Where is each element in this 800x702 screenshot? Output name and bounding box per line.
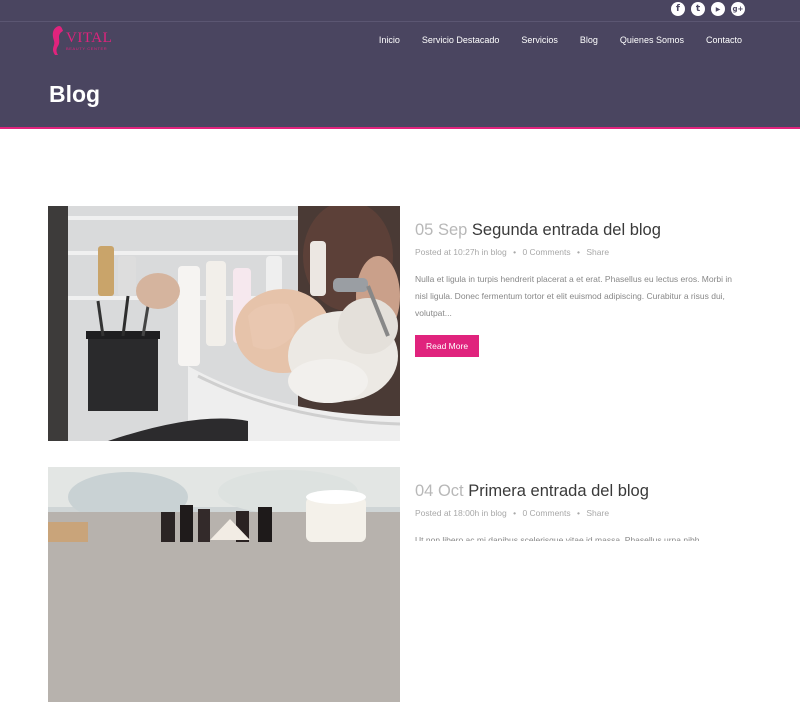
twitter-icon[interactable]: t — [691, 2, 705, 16]
post-title-text[interactable]: Primera entrada del blog — [468, 482, 649, 500]
google-plus-icon[interactable]: g+ — [731, 2, 745, 16]
brand-name: VITAL — [66, 29, 113, 46]
post-excerpt: Nulla et ligula in turpis hendrerit plac… — [415, 274, 733, 318]
nav-item-contacto[interactable]: Contacto — [706, 35, 742, 45]
post-date: 04 Oct — [415, 482, 464, 500]
read-more-button[interactable]: Read More — [415, 335, 480, 357]
woman-silhouette-icon — [52, 26, 63, 55]
post-title[interactable]: 05 Sep Segunda entrada del blog — [415, 221, 745, 240]
brand-tagline: BEAUTY CENTER — [66, 45, 108, 51]
nav-item-servicio-destacado[interactable]: Servicio Destacado — [422, 35, 500, 45]
salon-hair-wash-image — [48, 206, 400, 441]
page-title: Blog — [49, 81, 101, 107]
post-date: 05 Sep — [415, 221, 468, 239]
main-nav: Inicio Servicio Destacado Servicios Blog… — [379, 35, 742, 45]
facebook-icon[interactable]: f — [671, 2, 685, 16]
post-category-link[interactable]: blog — [491, 508, 507, 518]
post-share-link[interactable]: Share — [586, 508, 609, 518]
cosmetics-products-image — [48, 467, 400, 702]
post-share-link[interactable]: Share — [586, 247, 609, 257]
post-title-text[interactable]: Segunda entrada del blog — [472, 221, 661, 239]
nav-item-inicio[interactable]: Inicio — [379, 35, 400, 45]
post-meta: Posted at 18:00h in blog • 0 Comments • … — [415, 508, 610, 518]
top-bar: f t ▶ g+ — [0, 0, 800, 22]
post-comments-link[interactable]: 0 Comments — [522, 247, 570, 257]
youtube-icon[interactable]: ▶ — [711, 2, 725, 16]
post-title[interactable]: 04 Oct Primera entrada del blog — [415, 482, 745, 501]
nav-item-servicios[interactable]: Servicios — [521, 35, 558, 45]
site-header: VITAL BEAUTY CENTER Inicio Servicio Dest… — [0, 22, 800, 129]
post-comments-link[interactable]: 0 Comments — [522, 508, 570, 518]
post-meta: Posted at 10:27h in blog • 0 Comments • … — [415, 247, 610, 257]
nav-item-blog[interactable]: Blog — [580, 35, 598, 45]
post-category-link[interactable]: blog — [491, 247, 507, 257]
post-thumbnail[interactable] — [48, 206, 400, 441]
social-links: f t ▶ g+ — [671, 2, 745, 16]
post-thumbnail[interactable] — [48, 467, 400, 702]
logo[interactable]: VITAL BEAUTY CENTER — [50, 25, 112, 57]
post-content: 05 Sep Segunda entrada del blog Posted a… — [415, 221, 745, 357]
post-content: 04 Oct Primera entrada del blog Posted a… — [415, 482, 745, 541]
nav-item-quienes-somos[interactable]: Quienes Somos — [620, 35, 684, 45]
